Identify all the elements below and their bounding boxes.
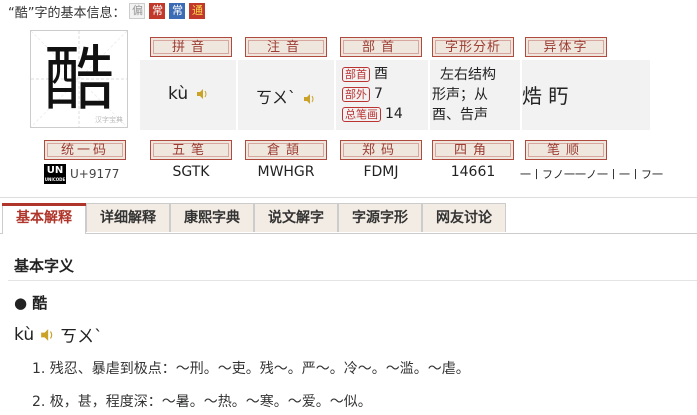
tab-shuowen[interactable]: 说文解字 xyxy=(254,203,338,232)
label-bishun: 笔顺 xyxy=(525,140,607,160)
speaker-icon[interactable] xyxy=(196,88,208,100)
watermark: 汉字宝典 xyxy=(95,116,123,124)
label-pinyin: 拼音 xyxy=(150,37,232,57)
yiti-value[interactable]: 焅 䀎 xyxy=(522,80,568,109)
divider xyxy=(0,197,697,198)
speaker-icon[interactable] xyxy=(40,328,54,342)
label-cangjie: 倉頡 xyxy=(245,140,327,160)
label-sijiao: 四角 xyxy=(432,140,514,160)
character-glyph-box: 酷 汉字宝典 xyxy=(30,30,128,128)
zongbihua-tag: 总笔画 xyxy=(342,107,381,122)
section-divider xyxy=(8,280,697,281)
tab-discussion[interactable]: 网友讨论 xyxy=(422,203,506,232)
label-yiti: 异体字 xyxy=(525,37,607,57)
definition-2: 2. 极，甚，程度深：～暑。～热。～寒。～爱。～似。 xyxy=(32,394,372,410)
entry-heading: ● 酷 xyxy=(14,294,48,312)
cell-pinyin: kù xyxy=(140,60,236,130)
badge-common-2[interactable]: 常 xyxy=(169,3,186,19)
wubi-value: SGTK xyxy=(172,164,210,180)
zixing-analysis-2: 酉、告声 xyxy=(432,107,488,123)
unicode-logo: UN UNICODE xyxy=(44,164,66,184)
cell-zhuyin: ㄎㄨˋ xyxy=(238,60,334,130)
label-tongyi: 统一码 xyxy=(44,140,126,160)
speaker-icon[interactable] xyxy=(303,93,315,105)
cell-zixing: 左右结构 形声；从 酉、告声 xyxy=(430,60,520,130)
zixing-structure: 左右结构 xyxy=(440,67,496,83)
label-wubi: 五笔 xyxy=(150,140,232,160)
tab-detail[interactable]: 详细解释 xyxy=(86,203,170,232)
definition-1: 1. 残忍、暴虐到极点：～刑。～吏。残～。严～。冷～。～滥。～虐。 xyxy=(32,361,470,377)
entry-zhuyin: ㄎㄨˋ xyxy=(60,327,103,347)
label-zhengma: 郑码 xyxy=(340,140,422,160)
big-character: 酷 xyxy=(44,38,114,120)
zongbihua-value: 14 xyxy=(385,106,403,122)
label-zixing: 字形分析 xyxy=(432,37,514,57)
bishun-value: 一丨フノ一一ノ一丨一丨フ一 xyxy=(520,168,663,181)
cangjie-value: MWHGR xyxy=(257,164,315,180)
buwai-value: 7 xyxy=(374,86,383,102)
cell-bushou: 部首酉 部外 7 总笔画 14 xyxy=(336,60,428,130)
header-title: “酷”字的基本信息： xyxy=(8,5,126,21)
tab-ziyuan[interactable]: 字源字形 xyxy=(338,203,422,232)
entry-pinyin: kù xyxy=(14,324,35,345)
unicode-cell: UN UNICODE U+9177 xyxy=(44,164,119,184)
cell-yiti: 焅 䀎 xyxy=(522,60,650,130)
zhengma-value: FDMJ xyxy=(363,164,399,180)
section-title: 基本字义 xyxy=(14,257,75,275)
zixing-analysis-1: 形声；从 xyxy=(432,87,488,103)
sijiao-value: 14661 xyxy=(450,164,496,180)
unicode-value: U+9177 xyxy=(70,167,120,181)
bushou-tag: 部首 xyxy=(342,67,370,82)
tab-kangxi[interactable]: 康熙字典 xyxy=(170,203,254,232)
label-bushou: 部首 xyxy=(340,37,422,57)
page-header: “酷”字的基本信息： 偏 常 常 通 xyxy=(8,2,206,21)
badge-common[interactable]: 常 xyxy=(149,3,166,19)
badge-general[interactable]: 通 xyxy=(189,3,206,19)
entry-pronunciation: kù ㄎㄨˋ xyxy=(14,322,103,348)
zhuyin-value: ㄎㄨˋ xyxy=(256,88,297,107)
badge-rare[interactable]: 偏 xyxy=(129,3,146,19)
bushou-value[interactable]: 酉 xyxy=(374,66,388,82)
pinyin-value: kù xyxy=(168,84,189,104)
tab-basic[interactable]: 基本解释 xyxy=(2,203,86,234)
tab-bar: 基本解释 详细解释 康熙字典 说文解字 字源字形 网友讨论 xyxy=(0,203,697,234)
buwai-tag: 部外 xyxy=(342,87,370,102)
label-zhuyin: 注音 xyxy=(245,37,327,57)
